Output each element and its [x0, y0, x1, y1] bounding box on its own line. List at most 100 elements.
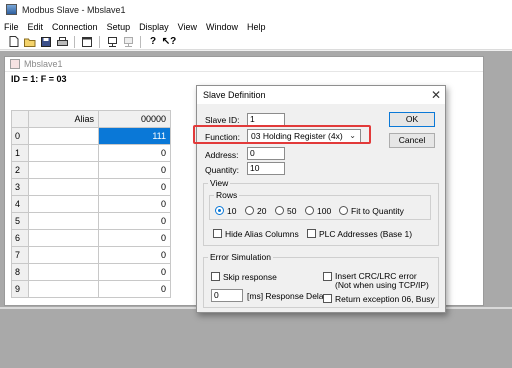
skip-response-label: Skip response — [223, 272, 277, 282]
rows-10-radio[interactable] — [215, 206, 224, 215]
slave-definition-dialog: Slave Definition ✕ Slave ID: 1 Function:… — [196, 85, 446, 313]
address-label: Address: — [205, 150, 239, 160]
insert-crc-note: (Not when using TCP/IP) — [335, 280, 429, 290]
alias-cell[interactable] — [28, 127, 99, 145]
save-icon[interactable] — [40, 36, 52, 48]
toolbar-separator — [99, 35, 100, 48]
alias-cell[interactable] — [28, 144, 99, 162]
window-title: Modbus Slave - Mbslave1 — [22, 4, 126, 15]
table-row[interactable]: 3 0 — [11, 178, 171, 196]
menu-window[interactable]: Window — [206, 22, 238, 32]
table-row[interactable]: 1 0 — [11, 144, 171, 162]
row-number: 4 — [11, 195, 29, 213]
menu-edit[interactable]: Edit — [28, 22, 44, 32]
rows-fit-label: Fit to Quantity — [351, 206, 404, 216]
quantity-label: Quantity: — [205, 165, 240, 175]
value-cell[interactable]: 0 — [98, 212, 171, 230]
value-cell[interactable]: 0 — [98, 280, 171, 298]
alias-cell[interactable] — [28, 212, 99, 230]
value-cell[interactable]: 0 — [98, 178, 171, 196]
value-cell[interactable]: 0 — [98, 229, 171, 247]
rows-20-label: 20 — [257, 206, 267, 216]
value-cell[interactable]: 0 — [98, 144, 171, 162]
rows-10-label: 10 — [227, 206, 237, 216]
table-row[interactable]: 0 111 — [11, 127, 171, 145]
app-icon — [6, 4, 17, 15]
alias-cell[interactable] — [28, 229, 99, 247]
value-cell[interactable]: 0 — [98, 263, 171, 281]
menu-connection[interactable]: Connection — [52, 22, 98, 32]
row-number: 9 — [11, 280, 29, 298]
disconnect-icon — [122, 36, 134, 48]
close-icon[interactable]: ✕ — [427, 88, 445, 102]
grid-header-row: Alias 00000 — [11, 110, 171, 128]
menu-help[interactable]: Help — [247, 22, 266, 32]
open-icon[interactable] — [24, 36, 36, 48]
child-title: Mbslave1 — [24, 59, 63, 69]
skip-response-checkbox[interactable] — [211, 272, 220, 281]
return-exception-label: Return exception 06, Busy — [335, 294, 435, 304]
table-row[interactable]: 7 0 — [11, 246, 171, 264]
table-row[interactable]: 4 0 — [11, 195, 171, 213]
menu-display[interactable]: Display — [139, 22, 169, 32]
table-row[interactable]: 2 0 — [11, 161, 171, 179]
quantity-field[interactable]: 10 — [247, 162, 285, 175]
document-icon — [10, 59, 20, 69]
help-icon[interactable]: ? — [147, 36, 159, 48]
row-number: 5 — [11, 212, 29, 230]
cancel-button[interactable]: Cancel — [389, 133, 435, 148]
menu-file[interactable]: File — [4, 22, 19, 32]
grid-corner — [11, 110, 29, 128]
value-header: 00000 — [98, 110, 171, 128]
row-number: 7 — [11, 246, 29, 264]
rows-100-radio[interactable] — [305, 206, 314, 215]
plc-addresses-checkbox[interactable] — [307, 229, 316, 238]
response-delay-field[interactable]: 0 — [211, 289, 243, 302]
value-cell[interactable]: 111 — [98, 127, 171, 145]
table-row[interactable]: 8 0 — [11, 263, 171, 281]
row-number: 2 — [11, 161, 29, 179]
context-help-icon[interactable]: ↖? — [162, 36, 177, 48]
rows-group-label: Rows — [216, 190, 238, 200]
alias-cell[interactable] — [28, 178, 99, 196]
new-icon[interactable] — [8, 36, 20, 48]
plc-addresses-label: PLC Addresses (Base 1) — [319, 229, 413, 239]
alias-header: Alias — [28, 110, 99, 128]
menu-setup[interactable]: Setup — [107, 22, 131, 32]
response-delay-label: [ms] Response Delay — [247, 291, 328, 301]
rows-50-radio[interactable] — [275, 206, 284, 215]
alias-cell[interactable] — [28, 246, 99, 264]
hide-alias-checkbox[interactable] — [213, 229, 222, 238]
table-row[interactable]: 6 0 — [11, 229, 171, 247]
ok-button[interactable]: OK — [389, 112, 435, 127]
row-number: 8 — [11, 263, 29, 281]
alias-cell[interactable] — [28, 280, 99, 298]
error-simulation-label: Error Simulation — [210, 252, 271, 262]
row-number: 0 — [11, 127, 29, 145]
table-row[interactable]: 5 0 — [11, 212, 171, 230]
dialog-title-bar: Slave Definition ✕ — [197, 86, 445, 104]
alias-cell[interactable] — [28, 263, 99, 281]
rows-100-label: 100 — [317, 206, 332, 216]
row-number: 6 — [11, 229, 29, 247]
rows-fit-radio[interactable] — [339, 206, 348, 215]
id-line: ID = 1: F = 03 — [11, 74, 67, 84]
alias-cell[interactable] — [28, 161, 99, 179]
row-number: 1 — [11, 144, 29, 162]
menu-bar: File Edit Connection Setup Display View … — [0, 19, 512, 34]
view-group-label: View — [210, 178, 229, 188]
menu-view[interactable]: View — [178, 22, 197, 32]
value-cell[interactable]: 0 — [98, 195, 171, 213]
rows-20-radio[interactable] — [245, 206, 254, 215]
table-row[interactable]: 9 0 — [11, 280, 171, 298]
return-exception-checkbox[interactable] — [323, 294, 332, 303]
child-title-bar: Mbslave1 — [5, 57, 483, 72]
insert-crc-checkbox[interactable] — [323, 272, 332, 281]
value-cell[interactable]: 0 — [98, 161, 171, 179]
value-cell[interactable]: 0 — [98, 246, 171, 264]
connect-icon[interactable] — [106, 36, 118, 48]
window-icon[interactable] — [81, 36, 93, 48]
print-icon[interactable] — [56, 36, 68, 48]
alias-cell[interactable] — [28, 195, 99, 213]
address-field[interactable]: 0 — [247, 147, 285, 160]
